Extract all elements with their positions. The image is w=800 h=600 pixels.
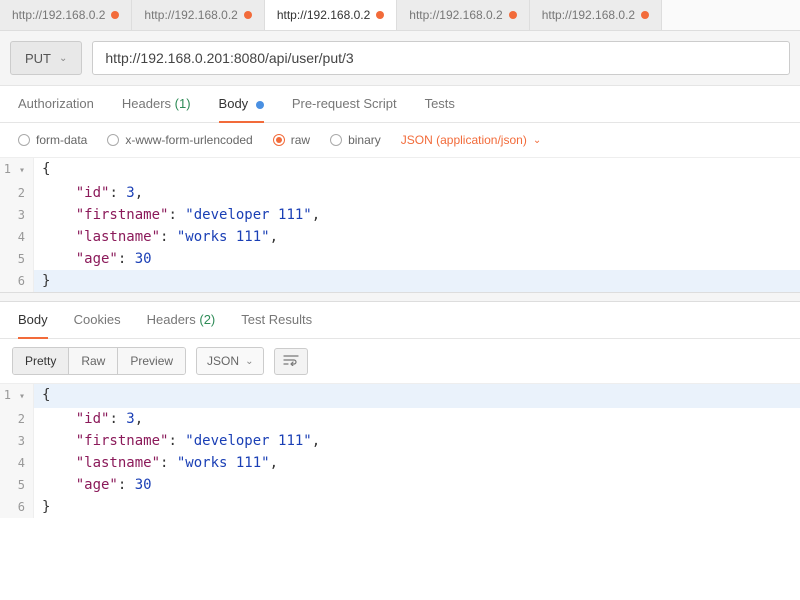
response-subtabs: Body Cookies Headers (2) Test Results bbox=[0, 302, 800, 339]
line-gutter[interactable]: 5 bbox=[0, 474, 34, 496]
line-gutter[interactable]: 3 bbox=[0, 204, 34, 226]
line-gutter[interactable]: 6 bbox=[0, 270, 34, 292]
code-line: 4 "lastname": "works 111", bbox=[0, 226, 800, 248]
request-row: PUT ⌄ bbox=[0, 31, 800, 86]
fold-icon[interactable]: ▾ bbox=[11, 165, 25, 176]
code-line: 2 "id": 3, bbox=[0, 408, 800, 430]
chevron-down-icon: ⌄ bbox=[533, 135, 541, 146]
http-method-dropdown[interactable]: PUT ⌄ bbox=[10, 41, 82, 75]
line-gutter[interactable]: 4 bbox=[0, 452, 34, 474]
code-line: 1 ▾{ bbox=[0, 384, 800, 408]
line-gutter[interactable]: 2 bbox=[0, 408, 34, 430]
request-tab[interactable]: http://192.168.0.2 bbox=[397, 0, 529, 30]
code-line: 5 "age": 30 bbox=[0, 474, 800, 496]
line-gutter[interactable]: 1 ▾ bbox=[0, 384, 34, 408]
response-body-viewer[interactable]: 1 ▾{2 "id": 3,3 "firstname": "developer … bbox=[0, 384, 800, 518]
http-method-label: PUT bbox=[25, 51, 51, 66]
line-gutter[interactable]: 1 ▾ bbox=[0, 158, 34, 182]
code-line: 4 "lastname": "works 111", bbox=[0, 452, 800, 474]
resp-tab-body[interactable]: Body bbox=[18, 312, 48, 339]
unsaved-indicator-icon bbox=[244, 11, 252, 19]
request-body-editor[interactable]: 1 ▾{2 "id": 3,3 "firstname": "developer … bbox=[0, 158, 800, 292]
request-tabs-bar: http://192.168.0.2http://192.168.0.2http… bbox=[0, 0, 800, 31]
view-pretty[interactable]: Pretty bbox=[13, 348, 69, 374]
body-modified-indicator-icon bbox=[256, 101, 264, 109]
tab-tests[interactable]: Tests bbox=[425, 96, 455, 122]
resp-tab-cookies[interactable]: Cookies bbox=[74, 312, 121, 338]
line-gutter[interactable]: 2 bbox=[0, 182, 34, 204]
code-line: 2 "id": 3, bbox=[0, 182, 800, 204]
url-input[interactable] bbox=[92, 41, 790, 75]
line-gutter[interactable]: 3 bbox=[0, 430, 34, 452]
unsaved-indicator-icon bbox=[376, 11, 384, 19]
content-type-dropdown[interactable]: JSON (application/json) ⌄ bbox=[401, 133, 541, 147]
response-controls: Pretty Raw Preview JSON ⌄ bbox=[0, 339, 800, 384]
wrap-icon bbox=[283, 354, 299, 366]
resp-headers-count: (2) bbox=[199, 312, 215, 327]
line-gutter[interactable]: 4 bbox=[0, 226, 34, 248]
request-tab[interactable]: http://192.168.0.2 bbox=[132, 0, 264, 30]
view-raw[interactable]: Raw bbox=[69, 348, 118, 374]
tab-headers[interactable]: Headers (1) bbox=[122, 96, 191, 122]
radio-urlencoded[interactable]: x-www-form-urlencoded bbox=[107, 133, 252, 147]
pane-splitter[interactable] bbox=[0, 292, 800, 302]
radio-form-data[interactable]: form-data bbox=[18, 133, 87, 147]
chevron-down-icon: ⌄ bbox=[59, 53, 67, 64]
code-line: 3 "firstname": "developer 111", bbox=[0, 430, 800, 452]
request-tab[interactable]: http://192.168.0.2 bbox=[265, 0, 397, 30]
chevron-down-icon: ⌄ bbox=[245, 356, 253, 367]
line-gutter[interactable]: 6 bbox=[0, 496, 34, 518]
tab-authorization[interactable]: Authorization bbox=[18, 96, 94, 122]
wrap-lines-button[interactable] bbox=[274, 348, 308, 375]
request-subtabs: Authorization Headers (1) Body Pre-reque… bbox=[0, 86, 800, 123]
line-gutter[interactable]: 5 bbox=[0, 248, 34, 270]
tab-body[interactable]: Body bbox=[219, 96, 264, 123]
tab-prerequest[interactable]: Pre-request Script bbox=[292, 96, 397, 122]
radio-binary[interactable]: binary bbox=[330, 133, 381, 147]
response-format-dropdown[interactable]: JSON ⌄ bbox=[196, 347, 264, 375]
code-line: 1 ▾{ bbox=[0, 158, 800, 182]
headers-count: (1) bbox=[175, 96, 191, 111]
code-line: 5 "age": 30 bbox=[0, 248, 800, 270]
code-line: 6} bbox=[0, 270, 800, 292]
request-tab[interactable]: http://192.168.0.2 bbox=[0, 0, 132, 30]
radio-raw[interactable]: raw bbox=[273, 133, 310, 147]
body-type-options: form-data x-www-form-urlencoded raw bina… bbox=[0, 123, 800, 158]
unsaved-indicator-icon bbox=[111, 11, 119, 19]
code-line: 3 "firstname": "developer 111", bbox=[0, 204, 800, 226]
view-preview[interactable]: Preview bbox=[118, 348, 185, 374]
fold-icon[interactable]: ▾ bbox=[11, 391, 25, 402]
unsaved-indicator-icon bbox=[509, 11, 517, 19]
unsaved-indicator-icon bbox=[641, 11, 649, 19]
resp-tab-tests[interactable]: Test Results bbox=[241, 312, 312, 338]
request-tab[interactable]: http://192.168.0.2 bbox=[530, 0, 662, 30]
resp-tab-headers[interactable]: Headers (2) bbox=[147, 312, 216, 338]
view-mode-segment: Pretty Raw Preview bbox=[12, 347, 186, 375]
code-line: 6} bbox=[0, 496, 800, 518]
